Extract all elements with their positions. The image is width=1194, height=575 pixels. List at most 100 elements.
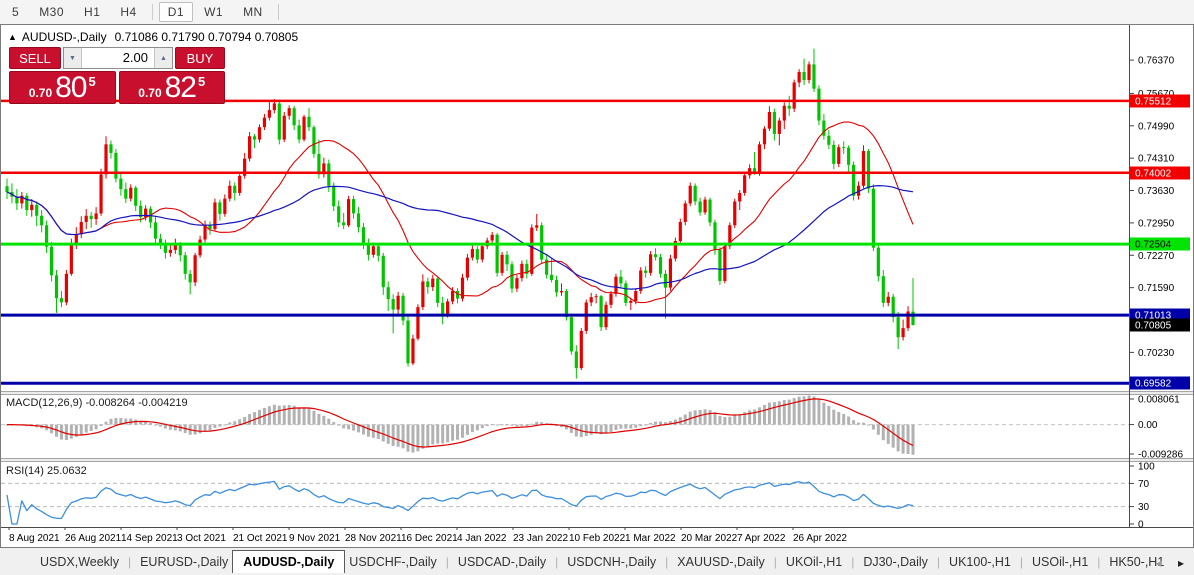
- chart-tab-uk100-h1[interactable]: UK100-,H1: [945, 552, 1015, 572]
- candle-body: [84, 215, 88, 222]
- candle-body: [530, 227, 534, 274]
- candle-body: [851, 164, 856, 196]
- candle-body: [178, 244, 182, 256]
- chart-tab-usoil-h1[interactable]: USOil-,H1: [1028, 552, 1092, 572]
- price-tick-label: 0.73630: [1138, 186, 1175, 197]
- macd-histogram-bar: [282, 405, 286, 425]
- timeframe-button-h4[interactable]: H4: [111, 2, 145, 22]
- candle-body: [25, 195, 29, 211]
- candle-body: [223, 198, 227, 214]
- chart-tab-audusd-daily[interactable]: AUDUSD-,Daily: [232, 550, 346, 573]
- macd-histogram-bar: [158, 424, 162, 427]
- macd-histogram-bar: [520, 424, 524, 426]
- volume-increase-icon[interactable]: ▲: [154, 48, 172, 68]
- macd-histogram-bar: [639, 424, 643, 427]
- date-tick-label: 21 Oct 2021: [233, 533, 288, 544]
- tab-separator: |: [773, 554, 777, 569]
- candle-body: [733, 201, 737, 226]
- candle-body: [431, 278, 435, 288]
- macd-histogram-bar: [871, 424, 875, 430]
- macd-values: -0.008264 -0.004219: [85, 397, 188, 409]
- volume-input[interactable]: 2.00: [82, 48, 154, 68]
- candle-body: [723, 246, 727, 281]
- candle-body: [218, 202, 222, 214]
- chart-symbol-label: AUDUSD-,Daily: [21, 30, 107, 44]
- candle-body: [228, 185, 232, 199]
- chart-tab-ukoil-h1[interactable]: UKOil-,H1: [782, 552, 846, 572]
- candle-body: [247, 136, 252, 159]
- candle-body: [480, 246, 484, 260]
- macd-histogram-bar: [322, 415, 326, 425]
- candle-body: [188, 273, 192, 283]
- timeframe-button-d1[interactable]: D1: [158, 2, 194, 22]
- chart-tab-usdcnh-daily[interactable]: USDCNH-,Daily: [563, 552, 660, 572]
- candle-body: [391, 299, 395, 310]
- macd-histogram-bar: [465, 424, 469, 435]
- buy-price-prefix: 0.70: [138, 85, 162, 100]
- sell-button[interactable]: SELL: [9, 47, 61, 69]
- date-tick-label: 1 Mar 2022: [625, 533, 676, 544]
- chart-tab-usdchf-daily[interactable]: USDCHF-,Daily: [345, 552, 441, 572]
- macd-histogram-bar: [718, 415, 722, 425]
- candle-body: [124, 189, 128, 199]
- macd-histogram-bar: [842, 413, 846, 425]
- candle-body: [198, 239, 202, 256]
- chart-tab-dj30-daily[interactable]: DJ30-,Daily: [859, 552, 932, 572]
- candle-body: [327, 163, 331, 186]
- candle-body: [688, 185, 692, 204]
- candle-body: [30, 204, 34, 211]
- price-tick-label: 0.76370: [1138, 56, 1175, 67]
- candle-body: [292, 108, 296, 126]
- candle-body: [277, 103, 281, 140]
- candle-body: [718, 250, 722, 281]
- candle-body: [792, 82, 796, 109]
- candle-body: [663, 273, 668, 288]
- macd-histogram-bar: [446, 424, 450, 443]
- candle-body: [579, 330, 583, 369]
- macd-histogram-bar: [723, 416, 727, 425]
- candle-body: [40, 215, 44, 226]
- timeframe-button-mn[interactable]: MN: [234, 2, 272, 22]
- macd-histogram-bar: [678, 417, 682, 425]
- macd-histogram-bar: [327, 418, 331, 425]
- candle-body: [89, 215, 93, 220]
- rsi-indicator-label: RSI(14) 25.0632: [6, 465, 87, 477]
- collapse-icon[interactable]: ▲: [8, 32, 17, 42]
- timeframe-button-w1[interactable]: W1: [195, 2, 232, 22]
- macd-histogram-bar: [812, 396, 816, 425]
- buy-price-button[interactable]: 0.70 82 5: [118, 70, 225, 104]
- macd-histogram-bar: [312, 410, 316, 425]
- sell-price-big: 80: [55, 70, 87, 104]
- macd-histogram-bar: [149, 422, 153, 425]
- timeframe-button-5[interactable]: 5: [3, 2, 28, 22]
- volume-decrease-icon[interactable]: ▼: [64, 48, 82, 68]
- chart-tab-usdcad-daily[interactable]: USDCAD-,Daily: [454, 552, 550, 572]
- timeframe-button-m30[interactable]: M30: [30, 2, 73, 22]
- buy-button[interactable]: BUY: [175, 47, 225, 69]
- candle-body: [262, 117, 267, 128]
- candle-body: [69, 243, 73, 274]
- macd-histogram-bar: [698, 410, 702, 425]
- chart-tab-xauusd-daily[interactable]: XAUUSD-,Daily: [673, 552, 769, 572]
- macd-histogram-bar: [332, 422, 336, 425]
- date-tick-label: 8 Aug 2021: [9, 533, 60, 544]
- tab-scroll-right-icon[interactable]: ▸: [1178, 556, 1184, 570]
- tab-separator: |: [127, 554, 132, 569]
- buy-price-big: 82: [164, 70, 197, 104]
- macd-histogram-bar: [629, 424, 633, 429]
- macd-histogram-bar: [109, 418, 113, 425]
- date-tick-label: 23 Jan 2022: [513, 533, 568, 544]
- candle-body: [797, 71, 801, 83]
- date-tick-label: 20 Mar 2022: [681, 533, 738, 544]
- chart-tab-eurusd-daily[interactable]: EURUSD-,Daily: [136, 552, 232, 572]
- chart-window: 0.76370 0.75670 0.74990 0.74310 0.73630 0.729…: [0, 24, 1194, 548]
- chart-tab-usdx-weekly[interactable]: USDX,Weekly: [36, 552, 123, 572]
- sell-price-button[interactable]: 0.70 80 5: [9, 71, 116, 104]
- candle-body: [441, 302, 445, 314]
- tab-scroll-left-icon[interactable]: ◂: [1155, 556, 1161, 570]
- candle-body: [738, 192, 742, 202]
- timeframe-button-h1[interactable]: H1: [75, 2, 109, 22]
- candle-body: [871, 188, 875, 248]
- macd-histogram-bar: [485, 424, 489, 427]
- candle-body: [272, 103, 276, 111]
